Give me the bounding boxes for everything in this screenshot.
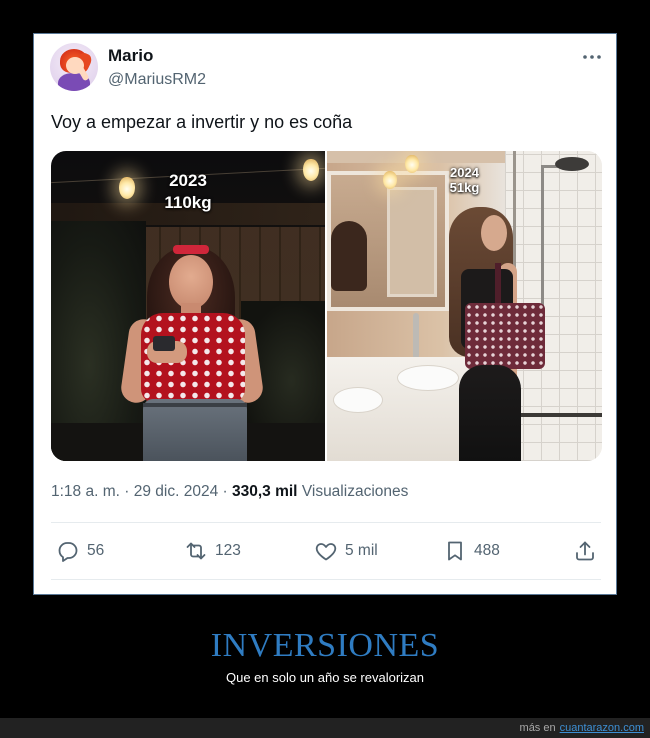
footer-bar: más en cuantarazon.com: [0, 718, 650, 738]
mirror-reflection-door: [387, 187, 437, 297]
sunglasses: [173, 245, 209, 254]
before-weight-label: 110kg: [164, 193, 212, 212]
author-handle[interactable]: @MariusRM2: [108, 70, 206, 90]
photo-after[interactable]: 2024 51kg: [327, 151, 602, 461]
sink-bowl: [397, 365, 459, 391]
like-button[interactable]: 5 mil: [314, 539, 378, 563]
reply-count: 56: [87, 542, 105, 559]
before-year-label: 2023: [169, 171, 207, 190]
tweet-text: Voy a empezar a invertir y no es coña: [51, 112, 353, 132]
bookmark-button[interactable]: 488: [443, 539, 500, 563]
tweet-time[interactable]: 1:18 a. m.: [51, 483, 120, 500]
tweet-media: 2023 110kg 2024 51kg: [51, 151, 602, 461]
woman-face: [169, 255, 213, 309]
retweet-icon: [186, 542, 206, 560]
tweet-meta: 1:18 a. m. · 29 dic. 2024 · 330,3 mil Vi…: [51, 482, 408, 502]
author-name[interactable]: Mario: [108, 46, 153, 66]
after-weight-label: 51kg: [449, 180, 480, 195]
more-options-button[interactable]: [578, 46, 606, 68]
belt: [143, 403, 247, 407]
jeans: [143, 399, 247, 461]
tweet-card: Mario @MariusRM2 Voy a empezar a inverti…: [33, 33, 617, 595]
bookmark-count: 488: [474, 542, 500, 559]
bookmark-icon: [448, 541, 462, 561]
faucet: [413, 313, 419, 359]
phone: [153, 336, 175, 351]
reply-button[interactable]: 56: [56, 539, 104, 563]
meta-separator: ·: [222, 483, 228, 500]
like-count: 5 mil: [345, 542, 378, 559]
caption-title: INVERSIONES: [210, 627, 440, 664]
avatar[interactable]: [50, 43, 98, 91]
retweet-button[interactable]: 123: [184, 539, 241, 563]
views-count: 330,3 mil: [232, 483, 298, 500]
handbag: [465, 303, 545, 369]
share-button[interactable]: [573, 539, 597, 563]
divider: [51, 522, 601, 523]
views-label: Visualizaciones: [301, 483, 409, 500]
footer-site-link[interactable]: cuantarazon.com: [560, 722, 644, 734]
black-pants: [459, 365, 521, 461]
mirror-reflection-hair: [331, 221, 367, 291]
share-icon: [576, 541, 594, 561]
meta-separator: ·: [124, 483, 130, 500]
retweet-count: 123: [215, 542, 241, 559]
more-horizontal-icon: [583, 55, 601, 59]
heart-icon: [315, 543, 337, 561]
reply-icon: [58, 542, 78, 562]
tweet-date[interactable]: 29 dic. 2024: [134, 483, 218, 500]
after-year-label: 2024: [450, 165, 479, 180]
divider: [51, 579, 601, 580]
bag-strap: [495, 263, 501, 307]
photo-before[interactable]: 2023 110kg: [51, 151, 325, 461]
footer-prefix: más en: [519, 722, 556, 734]
sink-bowl: [333, 387, 383, 413]
woman-face: [481, 215, 507, 251]
caption-subtitle: Que en solo un año se revalorizan: [225, 670, 424, 685]
